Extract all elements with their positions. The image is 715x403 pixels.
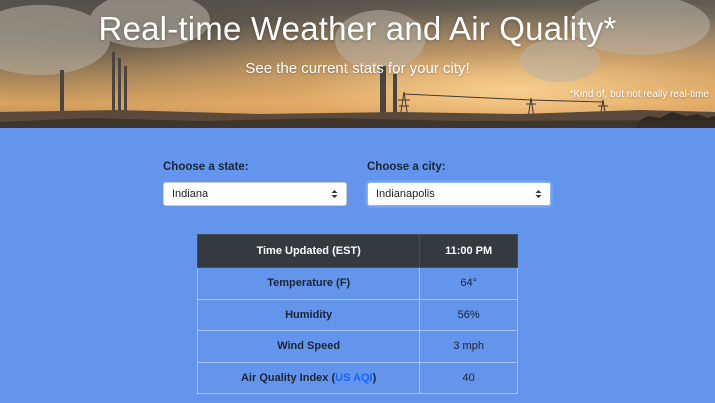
us-aqi-link[interactable]: US AQI [335,372,373,384]
table-row: Temperature (F) 64° [196,267,518,300]
state-select-value: Indiana [172,188,209,200]
select-arrows-icon [535,189,542,199]
humidity-value: 56% [419,298,518,331]
time-updated-header: Time Updated (EST) [196,234,421,268]
aqi-label: Air Quality Index (US AQI) [196,361,421,394]
temperature-label: Temperature (F) [196,267,421,300]
wind-speed-value: 3 mph [419,330,518,363]
city-label: Choose a city: [367,161,446,173]
select-arrows-icon [331,189,338,199]
table-row: Wind Speed 3 mph [196,330,518,363]
page-subtitle: See the current stats for your city! [245,60,470,77]
page-title: Real-time Weather and Air Quality* [98,10,617,47]
time-updated-value: 11:00 PM [419,234,518,268]
table-header-row: Time Updated (EST) 11:00 PM [196,234,518,268]
footnote: *Kind of, but not really real-time [569,89,709,100]
aqi-label-prefix: Air Quality Index ( [240,371,336,384]
wind-speed-label: Wind Speed [196,330,421,363]
humidity-label: Humidity [196,298,421,331]
table-row: Air Quality Index (US AQI) 40 [196,361,518,394]
temperature-value: 64° [419,267,518,300]
city-select[interactable]: Indianapolis [367,182,551,206]
hero-banner: Real-time Weather and Air Quality* See t… [0,0,715,128]
city-field: Choose a city: Indianapolis [367,160,551,206]
aqi-value: 40 [419,361,518,394]
state-select[interactable]: Indiana [163,182,347,206]
weather-stats-table: Time Updated (EST) 11:00 PM Temperature … [196,234,518,394]
city-select-value: Indianapolis [376,188,435,200]
aqi-label-suffix: ) [372,371,377,384]
table-row: Humidity 56% [196,298,518,331]
state-field: Choose a state: Indiana [163,160,347,206]
state-label: Choose a state: [163,161,249,173]
